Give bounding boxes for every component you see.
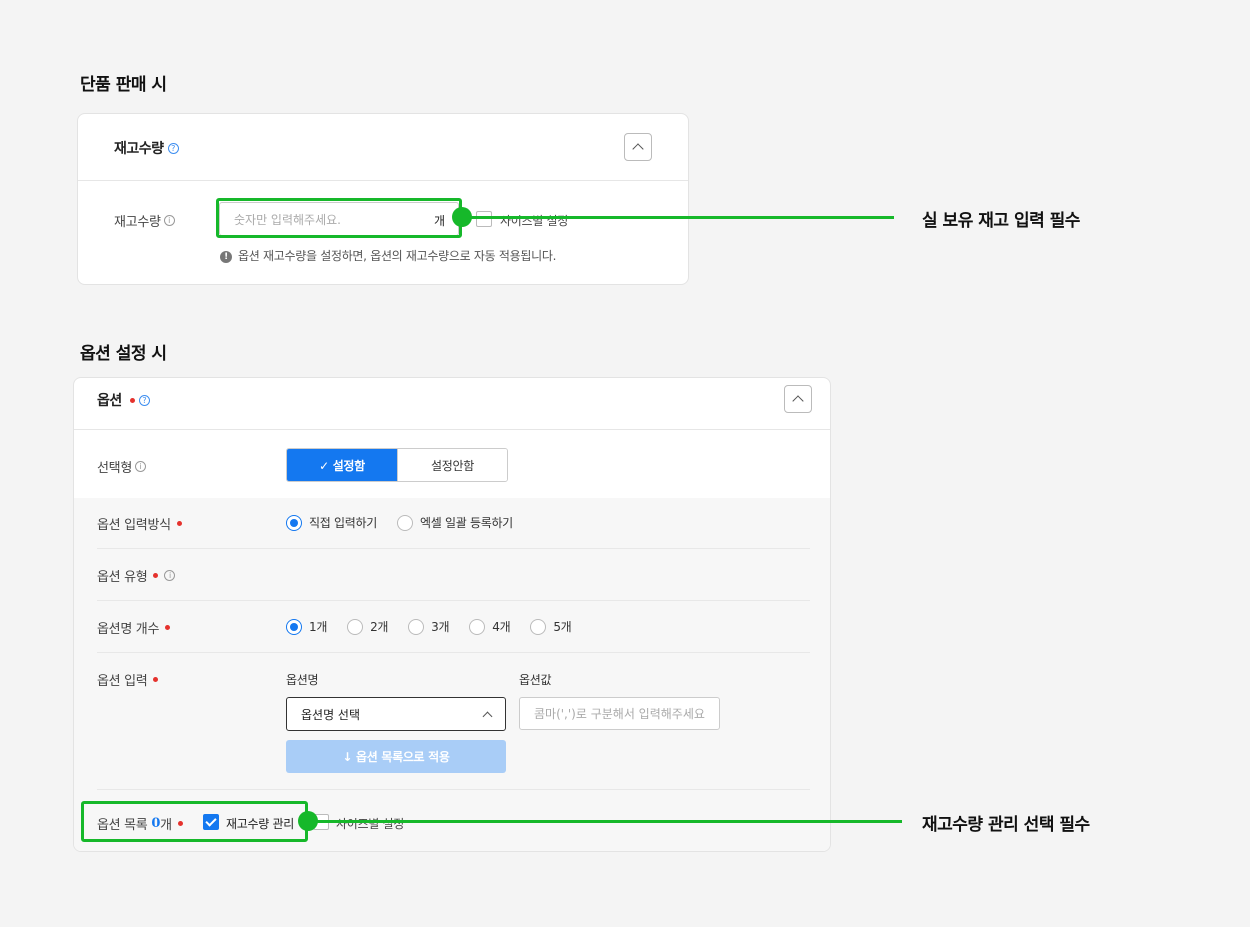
toggle-on-button[interactable]: ✓ 설정함 [287, 449, 397, 481]
required-dot [153, 677, 159, 682]
toggle-off-button[interactable]: 설정안함 [397, 449, 507, 481]
stock-card-title: 재고수량 ? [114, 138, 179, 158]
stock-quantity-label: 재고수량 i [114, 211, 175, 230]
radio-label: 1개 [309, 620, 328, 634]
stock-quantity-label-text: 재고수량 [114, 215, 161, 230]
radio-count-1[interactable]: 1개 [286, 618, 327, 635]
option-settings-area [74, 498, 830, 851]
option-input-label-text: 옵션 입력 [97, 674, 148, 689]
option-name-select-value: 옵션명 선택 [301, 707, 361, 722]
radio-label: 3개 [431, 620, 450, 634]
collapse-button[interactable] [624, 133, 652, 161]
option-value-placeholder: 콤마(',')로 구분해서 입력해주세요 [534, 707, 705, 721]
radio-button[interactable] [469, 618, 486, 635]
apply-to-list-button[interactable]: ↓ 옵션 목록으로 적용 [286, 740, 506, 773]
chevron-up-icon [792, 395, 804, 407]
required-dot [165, 625, 171, 630]
radio-count-2[interactable]: 2개 [347, 618, 388, 635]
radio-excel-upload[interactable]: 엑셀 일괄 등록하기 [396, 514, 513, 531]
card-title-text: 재고수량 [114, 141, 164, 157]
option-value-column-header: 옵션값 [519, 673, 552, 687]
annotation-manage-required: 재고수량 관리 선택 필수 [922, 815, 1090, 835]
help-icon[interactable]: ? [138, 394, 150, 406]
radio-label: 5개 [553, 620, 572, 634]
size-setting-checkbox[interactable] [476, 211, 492, 227]
info-icon[interactable]: i [164, 570, 176, 581]
required-dot [176, 521, 182, 526]
option-title-text: 옵션 [97, 393, 122, 409]
divider [97, 600, 810, 601]
option-count-label: 옵션명 개수 [97, 618, 171, 637]
option-type-label: 옵션 유형 i [97, 566, 176, 585]
option-card-header: 옵션 ? [74, 378, 830, 430]
divider [97, 548, 810, 549]
size-setting-label: 사이즈별 설정 [500, 214, 568, 228]
radio-label: 4개 [492, 620, 511, 634]
required-dot [153, 573, 159, 578]
input-method-radios: 직접 입력하기 엑셀 일괄 등록하기 [286, 514, 533, 531]
option-input-label: 옵션 입력 [97, 670, 159, 689]
chevron-up-icon [632, 143, 644, 155]
size-setting-label: 사이즈별 설정 [336, 817, 404, 831]
option-value-input[interactable]: 콤마(',')로 구분해서 입력해주세요 [519, 697, 720, 730]
radio-direct-input[interactable]: 직접 입력하기 [286, 514, 377, 531]
divider [97, 789, 810, 790]
radio-count-5[interactable]: 5개 [530, 618, 572, 635]
section-heading-single: 단품 판매 시 [80, 75, 167, 95]
notice-icon: ! [220, 250, 232, 263]
callout-line-2 [308, 820, 902, 823]
chevron-up-icon [482, 711, 493, 721]
stock-card-header: 재고수량 ? [78, 114, 688, 181]
section-heading-option: 옵션 설정 시 [80, 344, 167, 364]
radio-button[interactable] [408, 618, 425, 635]
radio-button[interactable] [286, 618, 302, 635]
radio-count-4[interactable]: 4개 [469, 618, 511, 635]
radio-button[interactable] [396, 514, 413, 531]
stock-hint: ! 옵션 재고수량을 설정하면, 옵션의 재고수량으로 자동 적용됩니다. [220, 247, 556, 264]
option-type-label-text: 옵션 유형 [97, 570, 148, 585]
radio-button[interactable] [347, 618, 364, 635]
option-name-select[interactable]: 옵션명 선택 [286, 697, 506, 731]
option-name-column-header: 옵션명 [286, 673, 319, 687]
required-dot [129, 397, 135, 403]
radio-label: 직접 입력하기 [309, 516, 377, 530]
radio-label: 2개 [370, 620, 389, 634]
radio-count-3[interactable]: 3개 [408, 618, 450, 635]
option-count-radios: 1개 2개 3개 4개 5개 [286, 618, 591, 635]
divider [97, 652, 810, 653]
radio-label: 엑셀 일괄 등록하기 [419, 516, 513, 530]
option-count-label-text: 옵션명 개수 [97, 622, 160, 637]
callout-dot-2 [298, 811, 318, 831]
select-type-label-text: 선택형 [97, 461, 132, 476]
input-method-label: 옵션 입력방식 [97, 514, 182, 533]
option-card: 옵션 ? 선택형 i ✓ 설정함 설정안함 옵션 입력방식 직접 입력하기 엑셀… [73, 377, 831, 852]
callout-line-1 [462, 216, 894, 219]
info-icon[interactable]: i [134, 461, 146, 472]
info-icon[interactable]: i [163, 215, 175, 226]
collapse-button[interactable] [784, 385, 812, 413]
stock-hint-text: 옵션 재고수량을 설정하면, 옵션의 재고수량으로 자동 적용됩니다. [238, 249, 557, 263]
highlight-box-stock-manage [81, 801, 308, 842]
radio-button[interactable] [530, 618, 547, 635]
callout-dot-1 [452, 207, 472, 227]
help-icon[interactable]: ? [167, 142, 179, 154]
select-type-label: 선택형 i [97, 457, 146, 476]
radio-button[interactable] [286, 514, 302, 531]
annotation-stock-required: 실 보유 재고 입력 필수 [922, 211, 1080, 231]
select-type-toggle: ✓ 설정함 설정안함 [286, 448, 508, 482]
highlight-box-stock-input [216, 198, 462, 238]
input-method-label-text: 옵션 입력방식 [97, 518, 171, 533]
option-card-title: 옵션 ? [97, 390, 150, 410]
